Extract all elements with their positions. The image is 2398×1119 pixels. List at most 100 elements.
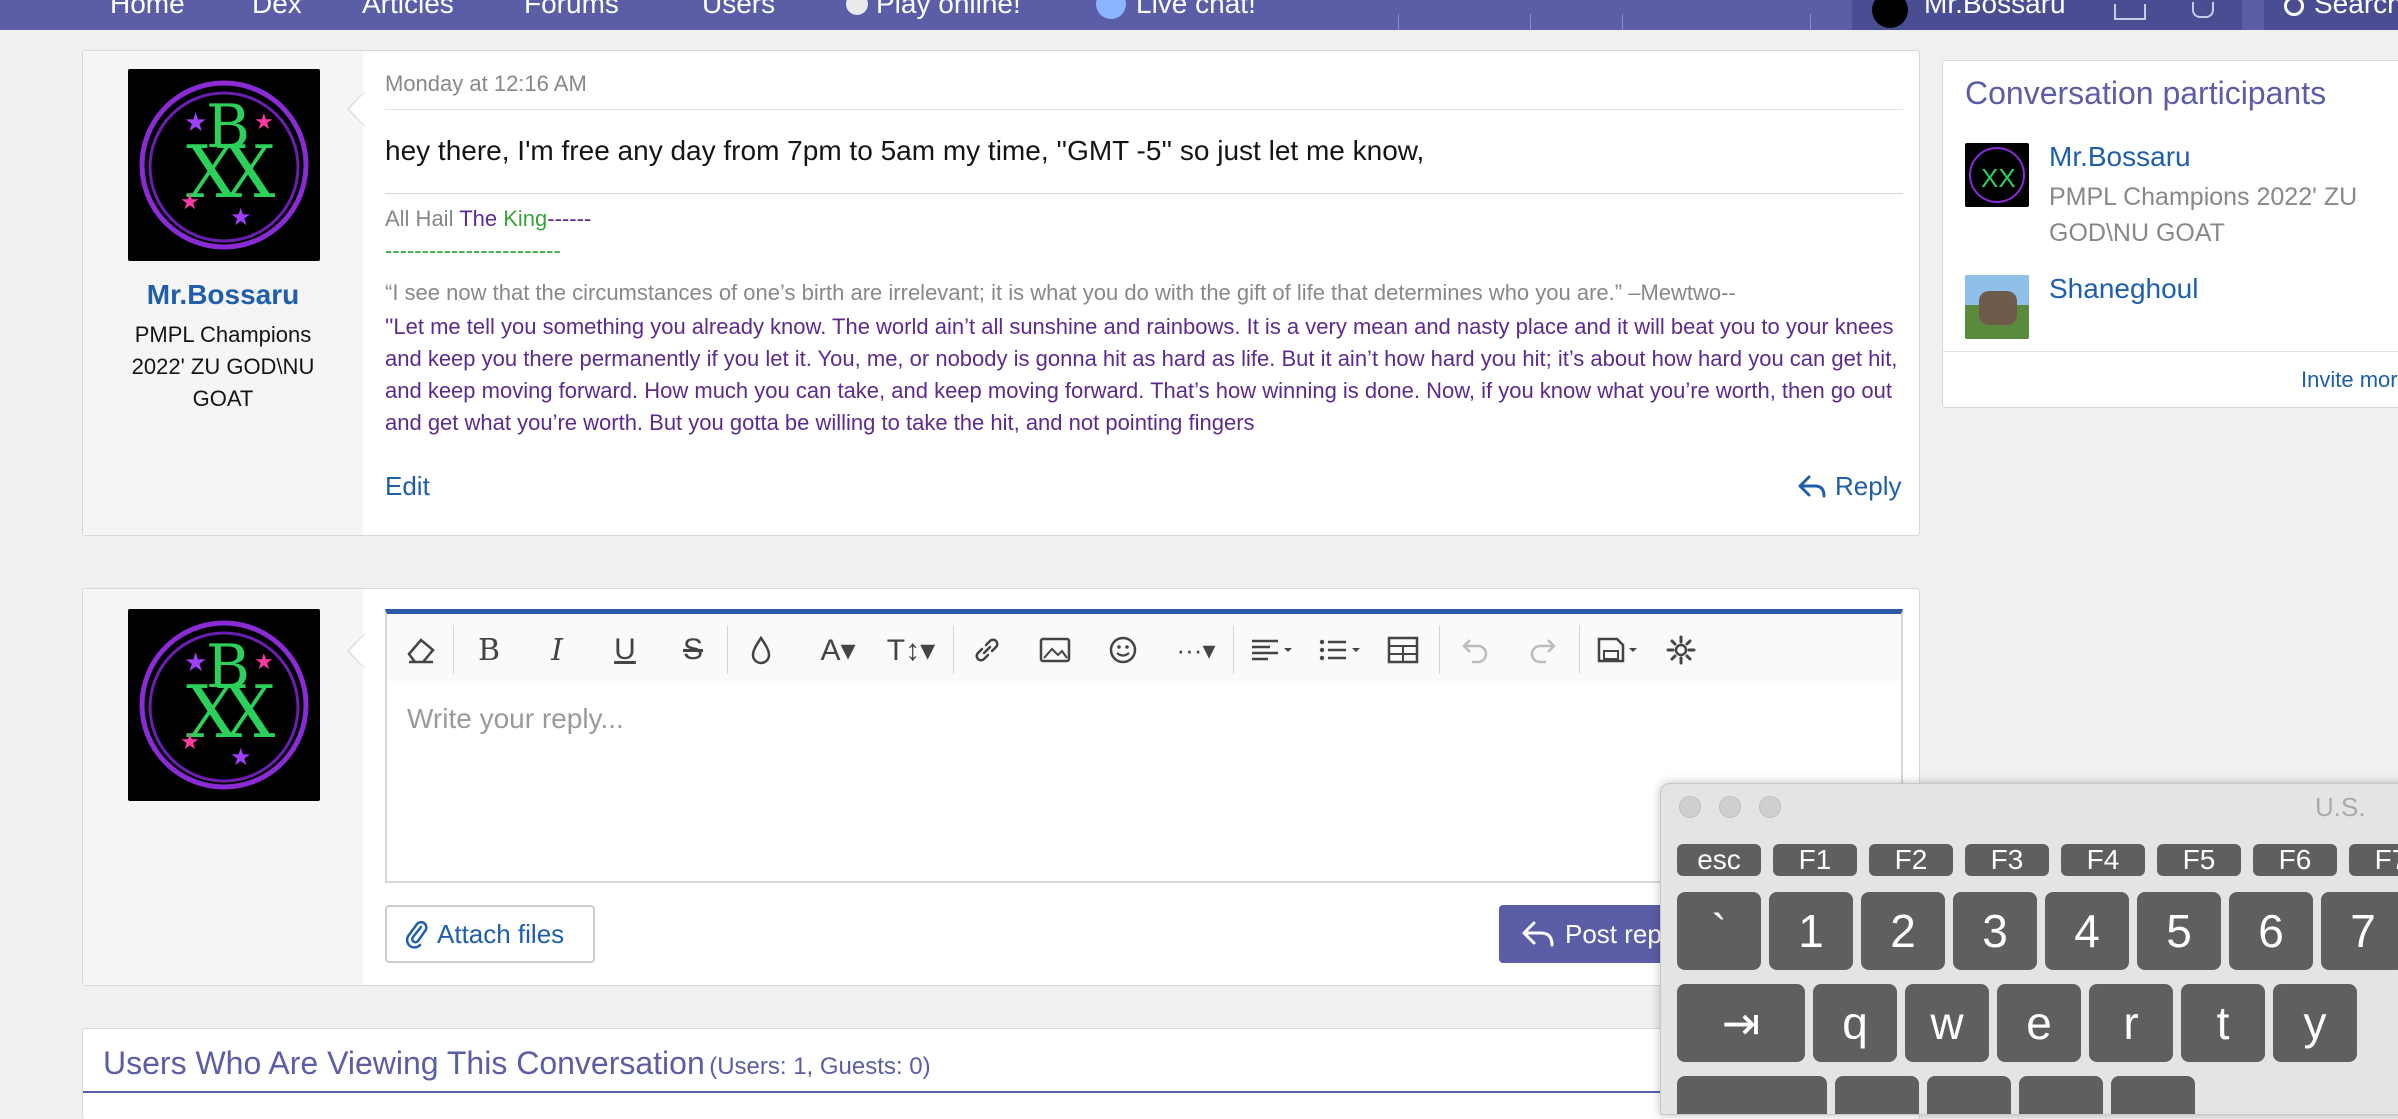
key-2[interactable]: 2 [1861,892,1945,970]
font-family-button[interactable]: A▾ [809,628,867,672]
key-f1[interactable]: F1 [1773,844,1857,876]
key-esc[interactable]: esc [1677,844,1761,876]
image-button[interactable] [1033,628,1077,672]
participant-title: PMPL Champions 2022' ZU GOD\NU GOAT [2049,183,2358,247]
key-3[interactable]: 3 [1953,892,2037,970]
invite-more-link[interactable]: Invite more [2301,367,2398,393]
nav-home[interactable]: Home [110,0,185,20]
key-f6[interactable]: F6 [2253,844,2337,876]
key-r[interactable]: r [2089,984,2173,1062]
redo-button[interactable] [1521,628,1565,672]
message-body: hey there, I'm free any day from 7pm to … [385,135,1425,166]
sig-hail-suffix: ------ [547,206,592,231]
author-avatar[interactable]: X X B ★ ★ ★ ★ [128,69,320,261]
key-6[interactable]: 6 [2229,892,2313,970]
key-f7[interactable]: F7 [2349,844,2398,876]
bold-button[interactable]: B [467,628,511,672]
participant-logo-icon: XX [1969,147,2025,203]
toolbar-separator [1579,626,1580,674]
svg-text:★: ★ [180,189,200,214]
top-nav: Home Dex Articles Forums Users Play onli… [0,0,2398,30]
font-size-button[interactable]: T↕▾ [879,628,943,672]
editor-settings-button[interactable] [1659,628,1703,672]
key-7[interactable]: 7 [2321,892,2398,970]
reply-icon [1522,921,1554,947]
underline-button[interactable]: U [603,628,647,672]
signature-divider [385,193,1903,194]
align-button[interactable] [1243,628,1303,672]
nav-users[interactable]: Users [702,0,775,20]
window-close-button[interactable] [1679,796,1701,818]
svg-text:★: ★ [230,204,252,231]
undo-button[interactable] [1453,628,1497,672]
italic-button[interactable]: I [535,628,579,672]
svg-text:★: ★ [230,744,252,771]
sig-quote-mewtwo: “I see now that the circumstances of one… [385,280,1736,305]
key-e[interactable]: e [1997,984,2081,1062]
emoji-button[interactable] [1101,628,1145,672]
sig-dashes: ------------------------ [385,238,561,263]
viewing-divider [83,1091,1919,1093]
reply-avatar[interactable]: X X B ★ ★ ★ ★ [128,609,320,801]
key-1[interactable]: 1 [1769,892,1853,970]
text-color-button[interactable] [739,628,783,672]
sig-hail-the: The [459,206,504,231]
gear-icon [1666,635,1696,665]
inbox-icon[interactable] [2114,4,2146,20]
strikethrough-icon: S [682,633,703,666]
window-zoom-button[interactable] [1759,796,1781,818]
user-menu[interactable]: Mr.Bossaru [1852,0,2242,30]
clear-format-button[interactable] [399,628,443,672]
nav-articles[interactable]: Articles [362,0,454,20]
window-minimize-button[interactable] [1719,796,1741,818]
svg-text:★: ★ [180,729,200,754]
key-y[interactable]: y [2273,984,2357,1062]
signature: All Hail The King------ ----------------… [385,203,1903,489]
bell-icon[interactable] [2192,2,2214,18]
toolbar-separator [727,626,728,674]
nav-divider [1530,14,1531,30]
author-name[interactable]: Mr.Bossaru [83,279,363,311]
key-f4[interactable]: F4 [2061,844,2145,876]
table-button[interactable] [1381,628,1425,672]
more-options-button[interactable]: ···▾ [1167,628,1225,672]
avatar-creature [1979,291,2017,325]
key-t[interactable]: t [2181,984,2265,1062]
drafts-button[interactable] [1589,628,1649,672]
search-label: Search [2314,0,2398,19]
svg-text:★: ★ [254,649,274,674]
attach-files-button[interactable]: Attach files [385,905,595,963]
strikethrough-button[interactable]: S [671,628,715,672]
link-button[interactable] [965,628,1009,672]
participant-avatar[interactable] [1965,275,2029,339]
search-button[interactable]: Search [2264,0,2398,30]
pokeball-icon [846,0,868,15]
list-button[interactable] [1311,628,1371,672]
nav-play-online[interactable]: Play online! [846,0,1021,20]
key-f3[interactable]: F3 [1965,844,2049,876]
reply-link[interactable]: Reply [1797,471,1901,502]
edit-link[interactable]: Edit [385,471,430,502]
viewing-block: Users Who Are Viewing This Conversation … [82,1028,1920,1119]
nav-dex[interactable]: Dex [252,0,302,20]
message-timestamp[interactable]: Monday at 12:16 AM [385,71,587,97]
participant-name[interactable]: Shaneghoul [2049,273,2198,305]
key-backtick[interactable]: ` [1677,892,1761,970]
participants-title: Conversation participants [1965,75,2327,111]
nav-play-online-label: Play online! [876,0,1021,19]
participant-name[interactable]: Mr.Bossaru [2049,141,2191,173]
reply-arrow-fill [349,634,365,668]
key-tab[interactable]: ⇥ [1677,984,1805,1062]
key-f5[interactable]: F5 [2157,844,2241,876]
nav-forums[interactable]: Forums [524,0,619,20]
participant-avatar[interactable]: XX [1965,143,2029,207]
key-w[interactable]: w [1905,984,1989,1062]
key-q[interactable]: q [1813,984,1897,1062]
toolbar-separator [1233,626,1234,674]
nav-live-chat[interactable]: Live chat! [1096,0,1256,20]
redo-icon [1530,639,1556,664]
key-f2[interactable]: F2 [1869,844,1953,876]
nav-divider [1810,14,1811,30]
key-5[interactable]: 5 [2137,892,2221,970]
key-4[interactable]: 4 [2045,892,2129,970]
